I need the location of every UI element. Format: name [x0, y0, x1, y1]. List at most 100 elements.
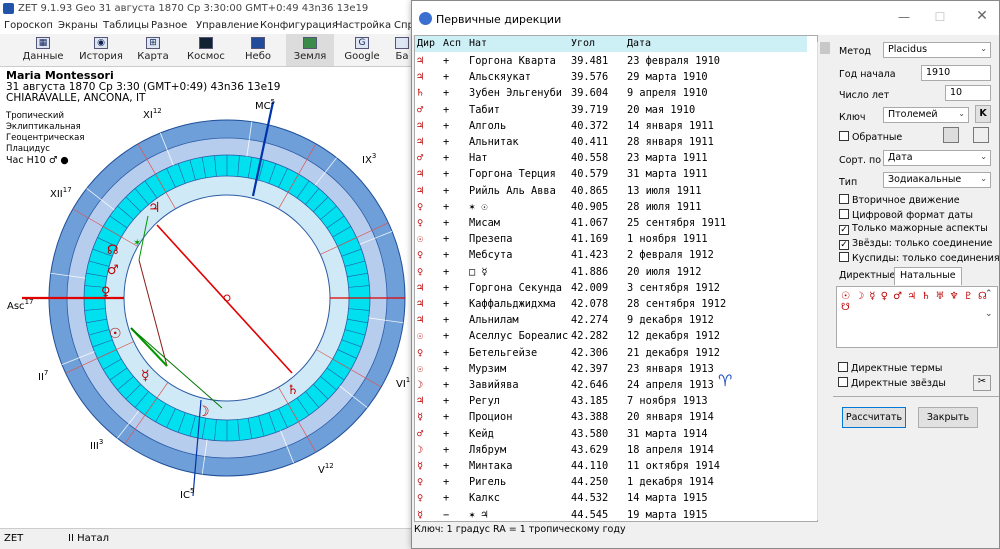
table-row[interactable]: ☽ + Завийява 42.646 24 апреля 1913 — [415, 377, 807, 394]
reverse-checkbox-box[interactable] — [839, 131, 849, 141]
planet-glyphs[interactable]: ☉ ☽ ☿ ♀ ♂ ♃ ♄ ♅ ♆ ♇ ☊ ☋ — [841, 291, 997, 313]
menu-settings[interactable]: Настройка — [335, 20, 391, 31]
row-nat: Кейд — [469, 427, 494, 440]
table-row[interactable]: ♀ + Бетельгейзе 42.306 21 декабря 1912 — [415, 345, 807, 362]
key-k-button[interactable]: K — [975, 105, 991, 123]
menu-screens[interactable]: Экраны — [58, 20, 98, 31]
checkbox-box[interactable] — [839, 252, 849, 262]
years-count-input[interactable]: 10 — [945, 85, 991, 101]
house3-label: III — [90, 441, 99, 452]
table-row[interactable]: ♃ + Рийль Аль Авва 40.865 13 июля 1911 — [415, 183, 807, 200]
table-row[interactable]: ♀ + Калкс 44.532 14 марта 1915 — [415, 490, 807, 507]
planet-selector[interactable]: ☉ ☽ ☿ ♀ ♂ ♃ ♄ ♅ ♆ ♇ ☊ ☋ ⌃ ⌄ — [836, 286, 998, 348]
toolbar-db-button[interactable]: Ба — [392, 34, 412, 66]
toolbar-cosmos-button[interactable]: Космос — [182, 34, 230, 66]
option-checkbox[interactable]: Цифровой формат даты — [839, 208, 973, 221]
type-select[interactable]: Зодиакальные ⌄ — [883, 172, 991, 188]
table-row[interactable]: ♃ + Каффальджидхма 42.078 28 сентября 1912 — [415, 296, 807, 313]
house11-degree: 12 — [153, 107, 162, 115]
tools-icon[interactable]: ✂ — [973, 375, 991, 391]
table-row[interactable]: ♀ + ✶ ☉ 40.905 28 июля 1911 — [415, 199, 807, 216]
row-angle: 39.481 — [571, 55, 609, 67]
direct-stars-box[interactable] — [838, 377, 848, 387]
table-row[interactable]: ♀ + Мисам 41.067 25 сентября 1911 — [415, 215, 807, 232]
row-dir: ♄ — [417, 87, 424, 100]
checkbox-box[interactable]: ✓ — [839, 239, 849, 250]
key-select[interactable]: Птолемей ⌄ — [883, 107, 969, 123]
toolbar-history-button[interactable]: ◉ История — [76, 34, 126, 66]
table-row[interactable]: ♃ + Горгона Кварта 39.481 23 февраля 1910 — [415, 53, 807, 70]
table-row[interactable]: ♃ + Альскяукат 39.576 29 марта 1910 — [415, 69, 807, 86]
table-row[interactable]: ☽ + Лябрум 43.629 18 апреля 1914 — [415, 442, 807, 459]
natal-wheel[interactable]: ♃ ☊ ♂ ♀ ☉ ☿ ☽ ♄ ✶ MC5 Asc17 IC5 XI12 XII… — [0, 67, 412, 528]
table-row[interactable]: ♃ + Горгона Секунда 42.009 3 сентября 1912 — [415, 280, 807, 297]
minimize-button[interactable]: — — [894, 10, 914, 26]
row-nat: Презепа — [469, 233, 513, 246]
checkbox-box[interactable]: ✓ — [839, 225, 849, 235]
chevron-up-icon[interactable]: ⌃ — [985, 289, 993, 299]
col-dir[interactable]: Дир — [417, 38, 435, 49]
menu-control[interactable]: Управление — [196, 20, 259, 31]
toolbar-map-button[interactable]: ⊞ Карта — [130, 34, 176, 66]
toolbar-sky-button[interactable]: Небо — [236, 34, 280, 66]
table-row[interactable]: ♄ + Зубен Эльгенуби 39.604 9 апреля 1910 — [415, 85, 807, 102]
direct-terms-box[interactable] — [838, 362, 848, 372]
menu-config[interactable]: Конфигурация — [260, 20, 338, 31]
row-asp: + — [443, 200, 450, 213]
table-row[interactable]: ♀ + Мебсута 41.423 2 февраля 1912 — [415, 247, 807, 264]
table-row[interactable]: ☿ + Процион 43.388 20 января 1914 — [415, 409, 807, 426]
close-button[interactable]: Закрыть — [918, 407, 978, 428]
direct-stars-checkbox[interactable]: Директные звёзды — [838, 377, 946, 389]
table-row[interactable]: ☉ + Презепа 41.169 1 ноября 1911 — [415, 231, 807, 248]
menu-misc[interactable]: Разное — [151, 20, 187, 31]
toolbar-google-button[interactable]: G Google — [338, 34, 386, 66]
table-row[interactable]: ♀ + Ригель 44.250 1 декабря 1914 — [415, 474, 807, 491]
checkbox-box[interactable] — [839, 194, 849, 204]
toolbar-data-button[interactable]: ▦ Данные — [18, 34, 68, 66]
table-row[interactable]: ☿ + Минтака 44.110 11 октября 1914 — [415, 458, 807, 475]
table-row[interactable]: ♂ + Нат 40.558 23 марта 1911 — [415, 150, 807, 167]
menu-horoscope[interactable]: Гороскоп — [4, 20, 53, 31]
table-row[interactable]: ☿ − ✶ ♃ 44.545 19 марта 1915 — [415, 507, 807, 521]
table-row[interactable]: ♃ + Альнитак 40.411 28 января 1911 — [415, 134, 807, 151]
col-date[interactable]: Дата — [627, 38, 651, 49]
table-row[interactable]: ♀ + □ ☿ 41.886 20 июля 1912 — [415, 264, 807, 281]
menu-tables[interactable]: Таблицы — [103, 20, 149, 31]
reverse-checkbox[interactable]: Обратные — [839, 131, 902, 143]
col-nat[interactable]: Нат — [469, 38, 487, 49]
print-icon[interactable] — [973, 127, 989, 143]
option-checkbox[interactable]: ✓ Только мажорные аспекты — [839, 223, 988, 235]
row-nat: Каффальджидхма — [469, 298, 556, 310]
col-asp[interactable]: Асп — [443, 38, 461, 49]
direct-terms-checkbox[interactable]: Директные термы — [838, 362, 942, 374]
row-angle: 40.865 — [571, 184, 609, 197]
method-select[interactable]: Placidus ⌄ — [883, 42, 991, 58]
table-row[interactable]: ♂ + Кейд 43.580 31 марта 1914 — [415, 426, 807, 443]
list-scrollbar[interactable] — [817, 42, 831, 520]
close-icon[interactable]: ✕ — [972, 8, 992, 24]
option-checkbox[interactable]: ✓ Звёзды: только соединение — [839, 238, 992, 250]
table-row[interactable]: ♃ + Горгона Терция 40.579 31 марта 1911 — [415, 166, 807, 183]
option-checkbox[interactable]: Вторичное движение — [839, 194, 960, 206]
tab-direct[interactable]: Директные — [839, 270, 895, 281]
table-row[interactable]: ♂ + Табит 39.719 20 мая 1910 — [415, 102, 807, 119]
table-row[interactable]: ♃ + Алголь 40.372 14 января 1911 — [415, 118, 807, 135]
start-year-input[interactable]: 1910 — [921, 65, 991, 81]
chevron-down-icon[interactable]: ⌄ — [985, 309, 993, 319]
export-icon[interactable] — [943, 127, 959, 143]
option-checkbox[interactable]: Куспиды: только соединения — [839, 252, 1000, 264]
checkbox-box[interactable] — [839, 208, 849, 219]
toolbar-earth-button[interactable]: Земля — [286, 34, 334, 66]
sort-select[interactable]: Дата ⌄ — [883, 150, 991, 166]
tab-natal[interactable]: Натальные — [894, 267, 962, 285]
directions-list[interactable]: Дир Асп Нат Угол Дата ♃ + Горгона Кварта 39… — [414, 35, 818, 522]
maximize-button[interactable]: ☐ — [930, 10, 950, 26]
table-row[interactable]: ☉ + Аселлус Бореалис 42.282 12 декабря 1912 — [415, 328, 807, 345]
table-row[interactable]: ♃ + Альнилам 42.274 9 декабря 1912 — [415, 312, 807, 329]
calculate-button[interactable]: Рассчитать — [842, 407, 906, 428]
house2-degree: 7 — [44, 369, 48, 377]
col-angle[interactable]: Угол — [571, 38, 595, 49]
scroll-thumb[interactable] — [820, 42, 830, 54]
table-row[interactable]: ☉ + Мурзим 42.397 23 января 1913 — [415, 361, 807, 378]
table-row[interactable]: ♃ + Регул 43.185 7 ноября 1913 — [415, 393, 807, 410]
